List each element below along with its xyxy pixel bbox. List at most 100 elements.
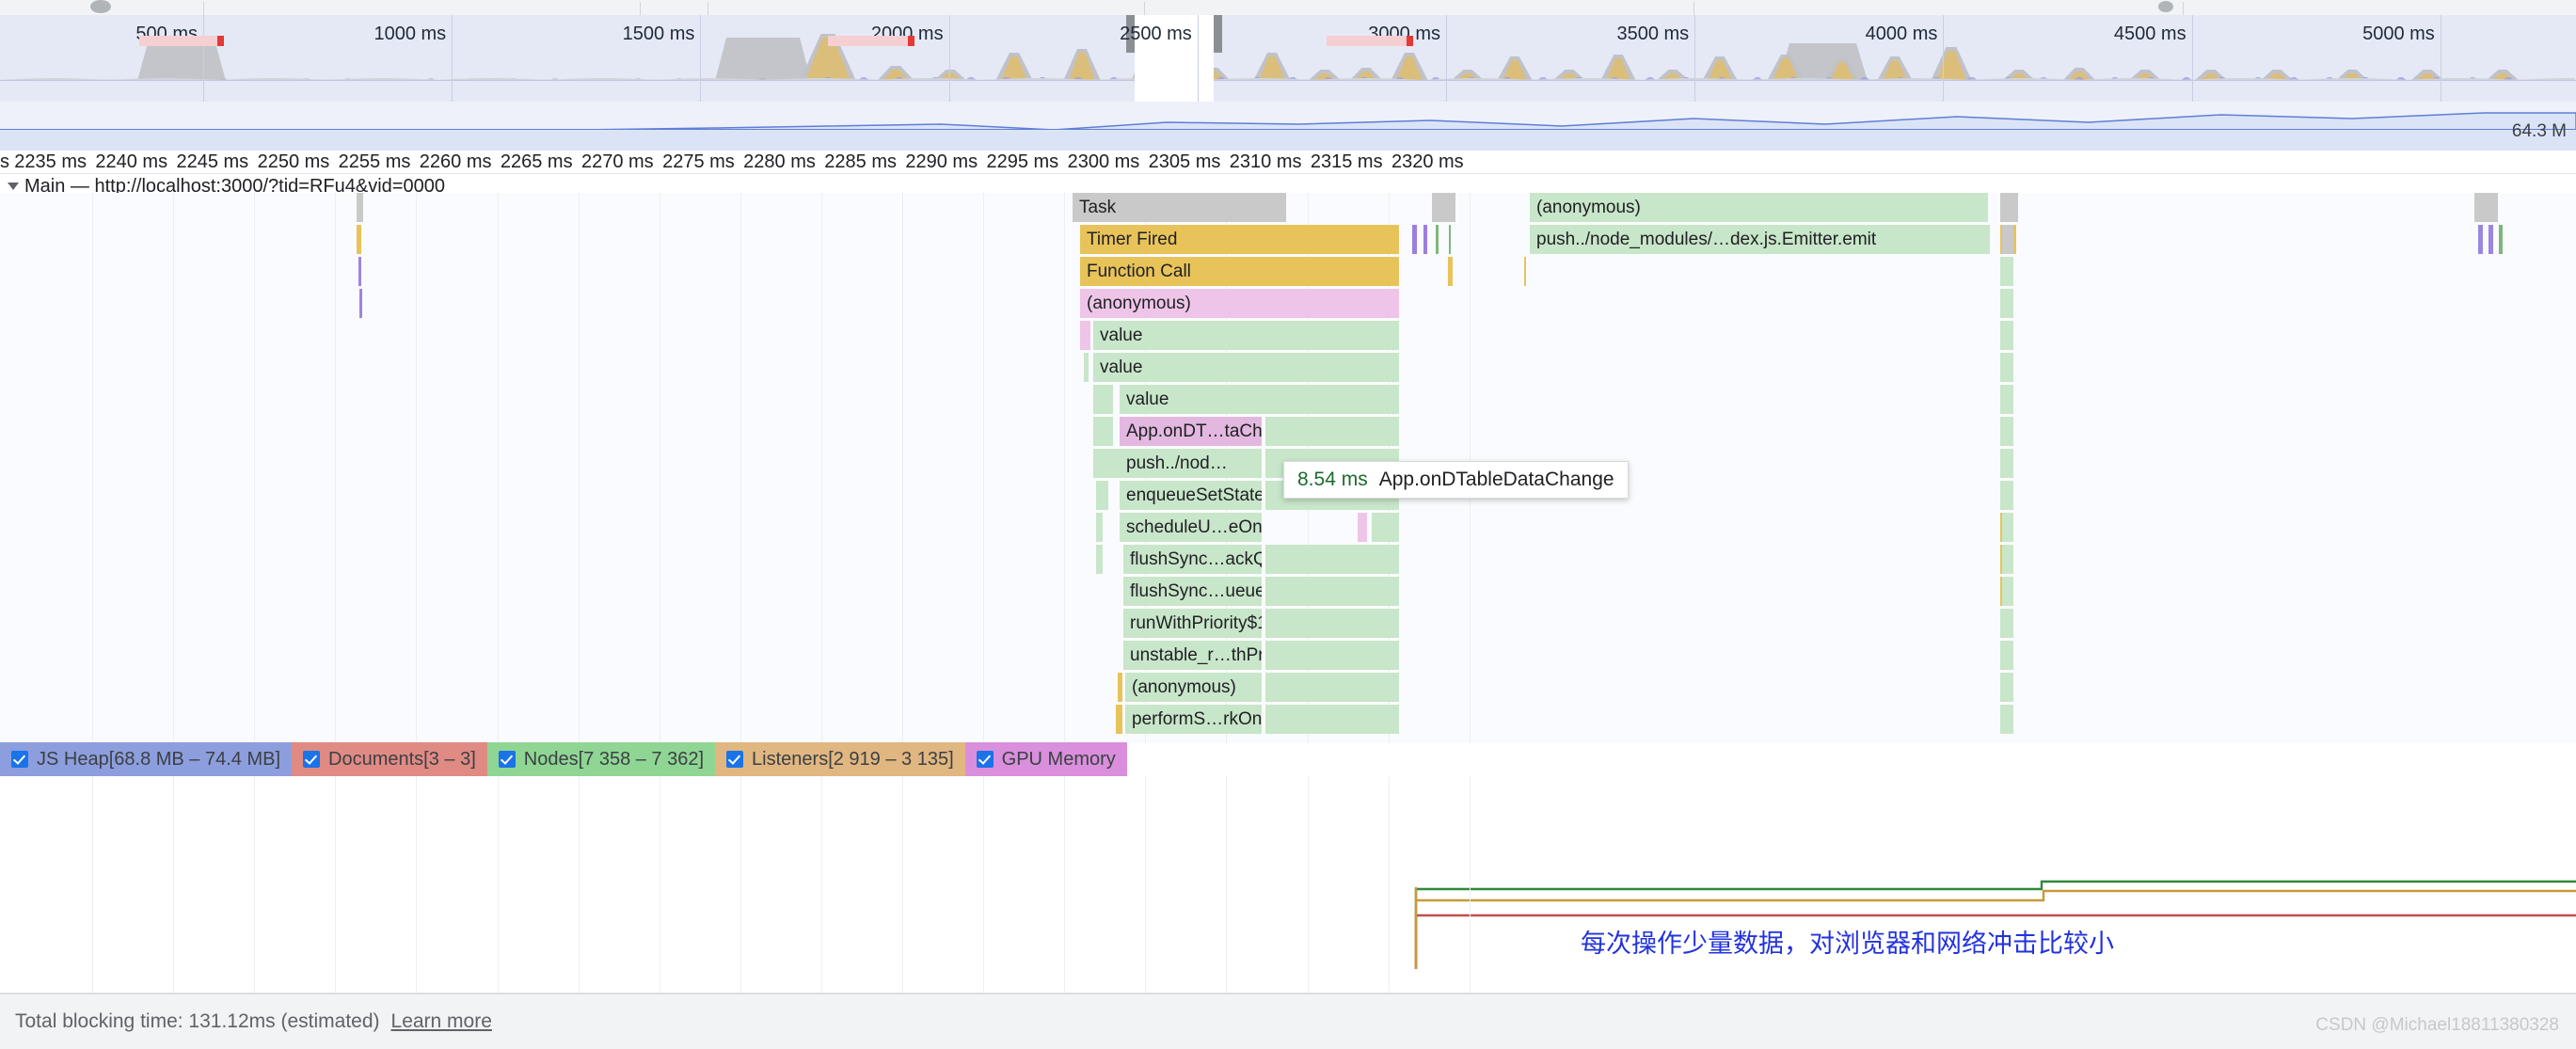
legend-item-listeners[interactable]: Listeners[2 919 – 3 135]	[715, 742, 965, 776]
overview-gridline	[2191, 15, 2193, 102]
triangle-down-icon[interactable]	[8, 183, 19, 190]
checkbox-js-heap[interactable]	[11, 751, 28, 768]
flame-bar[interactable]: (anonymous)	[1080, 289, 1400, 318]
flame-bar-narrow[interactable]	[2002, 385, 2013, 414]
flame-bar-narrow[interactable]	[1265, 641, 1400, 670]
counters-gridline	[1064, 776, 1066, 993]
flame-bar[interactable]: (anonymous)	[1530, 193, 1989, 222]
record-blob-icon	[90, 0, 111, 13]
flame-bar-narrow[interactable]	[2002, 481, 2013, 510]
flame-bar-narrow[interactable]	[357, 225, 361, 254]
flame-bar-narrow[interactable]	[1448, 257, 1454, 286]
flame-bar-narrow[interactable]	[358, 257, 361, 286]
flame-bar-narrow[interactable]	[1096, 513, 1104, 542]
flame-bar-narrow[interactable]	[2499, 225, 2503, 254]
flame-bar[interactable]: enqueueSetState	[1120, 481, 1263, 510]
ruler-tick-label: 2265 ms	[500, 151, 573, 172]
network-request-bar	[139, 36, 224, 46]
flame-bar[interactable]: value	[1093, 353, 1400, 382]
flame-bar-narrow[interactable]	[1096, 481, 1109, 510]
flame-bar-narrow[interactable]	[1080, 321, 1091, 350]
flame-bar[interactable]: performS…rkOnRoot	[1125, 705, 1263, 734]
flame-bar-narrow[interactable]	[1093, 385, 1114, 414]
flame-bar[interactable]: unstable_r…thPriority	[1123, 641, 1263, 670]
flame-bar[interactable]: push../node_modules/…dex.js.Emitter.emit	[1530, 225, 1991, 254]
ruler-tick-label: 2310 ms	[1229, 151, 1302, 172]
flame-bar-narrow[interactable]	[1265, 705, 1400, 734]
flame-bar-narrow[interactable]	[2489, 225, 2493, 254]
legend-item-nodes[interactable]: Nodes[7 358 – 7 362]	[486, 742, 716, 776]
flame-bar-narrow[interactable]	[2002, 449, 2013, 478]
legend-item-gpu-memory[interactable]: GPU Memory	[964, 742, 1127, 776]
ruler-tick-label: 2300 ms	[1067, 151, 1140, 172]
flame-bar-narrow[interactable]	[357, 193, 363, 222]
flame-bar-narrow[interactable]	[1118, 673, 1123, 702]
flame-bar-narrow[interactable]	[2002, 225, 2013, 254]
flame-gridline	[739, 193, 741, 743]
flame-bar[interactable]: flushSync…ueueImpl	[1123, 577, 1263, 606]
flame-bar-narrow[interactable]	[1372, 513, 1400, 542]
flame-bar[interactable]: Function Call	[1080, 257, 1400, 286]
checkbox-listeners[interactable]	[726, 751, 744, 768]
overview-gridline	[700, 15, 702, 102]
flame-bar-narrow[interactable]	[2002, 257, 2013, 286]
flame-bar-narrow[interactable]	[2002, 289, 2013, 318]
counters-legend[interactable]: JS Heap[68.8 MB – 74.4 MB] Documents[3 – …	[0, 742, 2576, 776]
flame-bar-narrow[interactable]	[1524, 257, 1527, 286]
flame-bar[interactable]: Timer Fired	[1080, 225, 1400, 254]
flame-bar-narrow[interactable]	[1265, 577, 1400, 606]
checkbox-nodes[interactable]	[498, 751, 516, 768]
flame-bar-narrow[interactable]	[2002, 705, 2013, 734]
flame-bar-narrow[interactable]	[1449, 225, 1452, 254]
flame-bar-narrow[interactable]	[2002, 321, 2013, 350]
flame-bar-narrow[interactable]	[2002, 353, 2013, 382]
flame-bar-narrow[interactable]	[1093, 417, 1114, 446]
overview-tick-label: 2500 ms	[1120, 24, 1192, 44]
overview-gridline	[1197, 15, 1199, 102]
flame-bar-narrow[interactable]	[1432, 193, 1456, 222]
flame-bar[interactable]: runWithPriority$1	[1123, 609, 1263, 638]
flame-bar-narrow[interactable]	[1423, 225, 1428, 254]
counters-gridline	[739, 776, 741, 993]
flame-bar-narrow[interactable]	[1084, 353, 1089, 382]
flame-bar-narrow[interactable]	[2478, 225, 2483, 254]
flame-bar-narrow[interactable]	[2002, 545, 2013, 574]
flame-bar[interactable]: (anonymous)	[1125, 673, 1263, 702]
counters-gridline	[254, 776, 256, 993]
flame-bar-narrow[interactable]	[1265, 609, 1400, 638]
flame-bar-narrow[interactable]	[2474, 193, 2497, 222]
learn-more-link[interactable]: Learn more	[380, 1010, 492, 1033]
flame-bar[interactable]: value	[1120, 385, 1400, 414]
flame-bar[interactable]: push../nod…	[1120, 449, 1263, 478]
flame-bar[interactable]: scheduleU…eOnFiber	[1120, 513, 1263, 542]
flame-bar-narrow[interactable]	[1265, 545, 1400, 574]
flame-bar-narrow[interactable]	[1096, 545, 1104, 574]
flame-bar-narrow[interactable]	[359, 289, 362, 318]
timeline-overview[interactable]: 500 ms 1000 ms 1500 ms 2000 ms 2500 ms 3000 m…	[0, 15, 2576, 102]
checkbox-documents[interactable]	[303, 751, 321, 768]
checkbox-gpu-memory[interactable]	[976, 751, 994, 768]
counters-gridline	[497, 776, 499, 993]
flame-bar-narrow[interactable]	[1265, 673, 1400, 702]
flame-bar[interactable]: flushSync…ackQueue	[1123, 545, 1263, 574]
flame-bar-narrow[interactable]	[1436, 225, 1439, 254]
flame-bar-narrow[interactable]	[2002, 417, 2013, 446]
flame-bar[interactable]: Task	[1073, 193, 1287, 222]
flame-bar-narrow[interactable]	[2002, 673, 2013, 702]
flame-bar-narrow[interactable]	[2002, 513, 2013, 542]
flame-bar[interactable]: value	[1093, 321, 1400, 350]
selection-handle-right[interactable]	[1214, 15, 1222, 53]
flame-bar-narrow[interactable]	[1116, 705, 1123, 734]
flame-bar-narrow[interactable]	[2002, 641, 2013, 670]
annotation-text: 每次操作少量数据，对浏览器和网络冲击比较小	[1581, 930, 2114, 958]
flame-bar-narrow[interactable]	[1265, 417, 1400, 446]
flame-bar-narrow[interactable]	[1093, 449, 1121, 478]
legend-item-documents[interactable]: Documents[3 – 3]	[292, 742, 487, 776]
legend-item-js-heap[interactable]: JS Heap[68.8 MB – 74.4 MB]	[0, 742, 293, 776]
flame-bar[interactable]: App.onDT…taChange	[1120, 417, 1263, 446]
flame-bar-narrow[interactable]	[2002, 577, 2013, 606]
flame-bar-narrow[interactable]	[2002, 609, 2013, 638]
flame-bar-narrow[interactable]	[2002, 193, 2013, 222]
flame-bar-narrow[interactable]	[1358, 513, 1368, 542]
flame-bar-narrow[interactable]	[1412, 225, 1418, 254]
